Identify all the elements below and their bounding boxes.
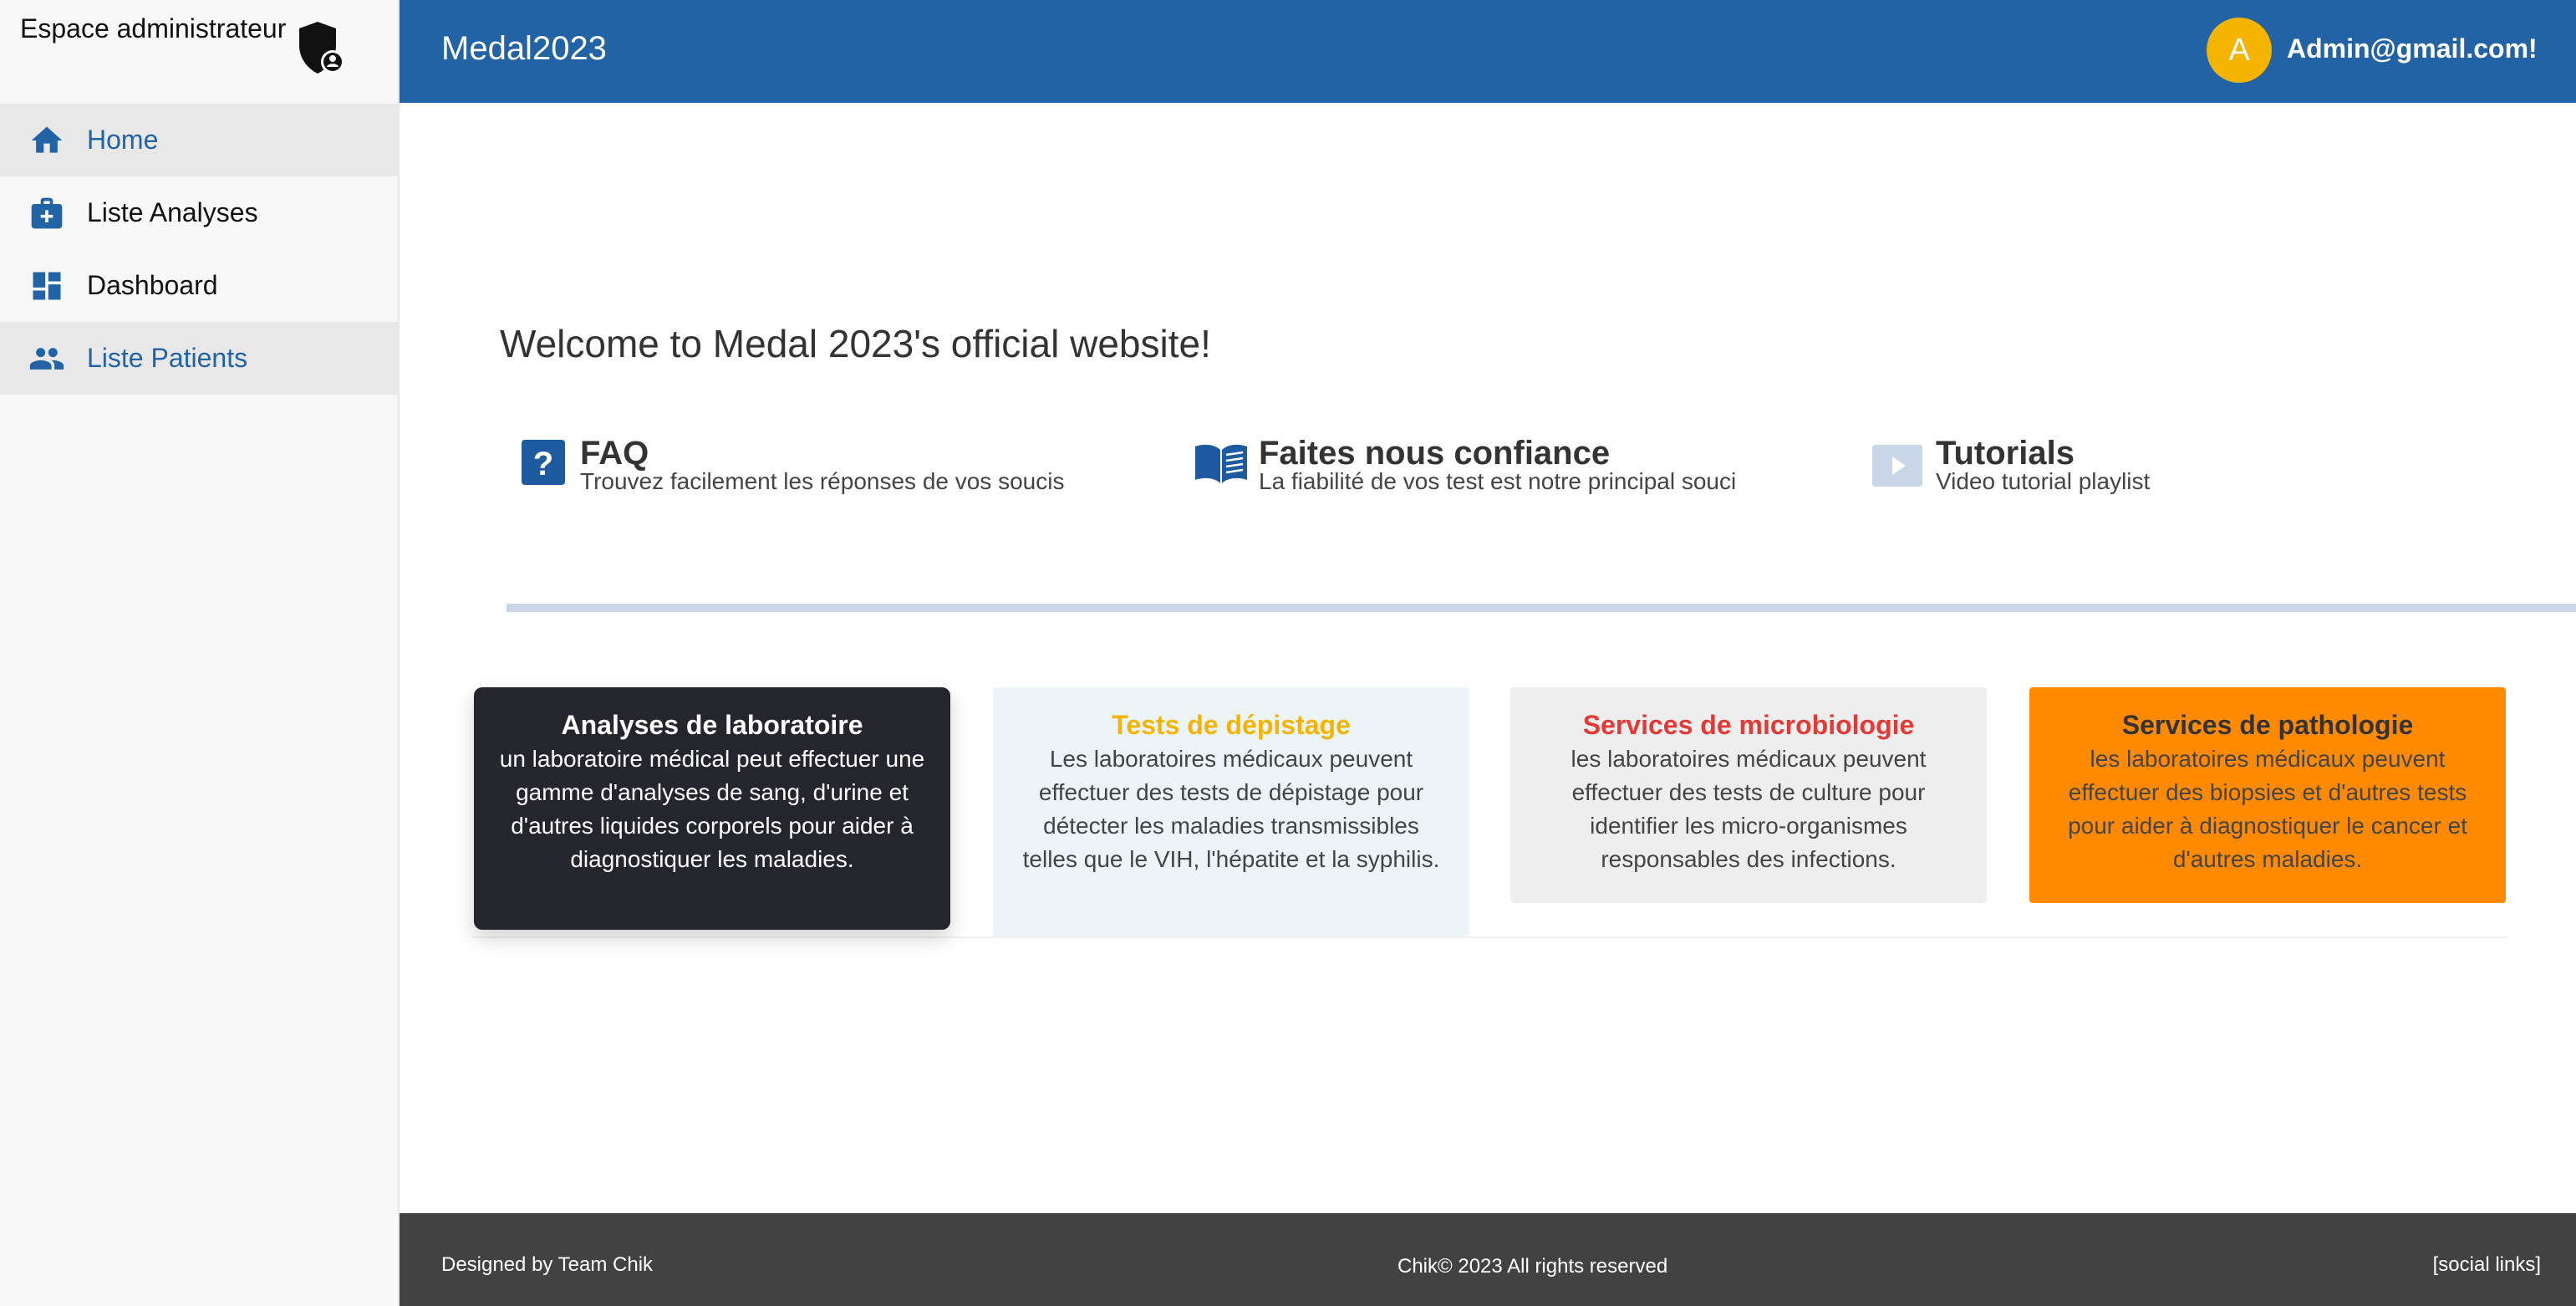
sidebar: Espace administrateur Home Liste Analyse… bbox=[0, 0, 400, 1306]
card-title: Analyses de laboratoire bbox=[561, 710, 863, 740]
brand-title: Espace administrateur bbox=[20, 13, 287, 43]
feature-subtitle: La fiabilité de vos test est notre princ… bbox=[1259, 468, 1737, 494]
feature-title: FAQ bbox=[580, 435, 649, 472]
cards-baseline-divider bbox=[473, 936, 2507, 938]
card-text: les laboratoires médicaux peuvent effect… bbox=[2068, 746, 2467, 872]
admin-shield-icon bbox=[299, 22, 344, 74]
top-bar: Medal2023 A Admin@gmail.com! bbox=[400, 0, 2576, 103]
card-text: les laboratoires médicaux peuvent effect… bbox=[1571, 746, 1927, 872]
card-title: Services de microbiologie bbox=[1582, 710, 1915, 740]
feature-title: Faites nous confiance bbox=[1259, 435, 1611, 472]
card-text: Les laboratoires médicaux peuvent effect… bbox=[1022, 746, 1440, 872]
feature-subtitle: Trouvez facilement les réponses de vos s… bbox=[580, 468, 1065, 494]
service-card-analyses[interactable]: Analyses de laboratoire un laboratoire m… bbox=[474, 687, 950, 930]
dashboard-icon bbox=[33, 272, 61, 299]
sidebar-item-home[interactable]: Home bbox=[0, 104, 400, 176]
sidebar-item-label: Dashboard bbox=[87, 270, 218, 300]
app-title[interactable]: Medal2023 bbox=[441, 30, 607, 68]
card-title: Tests de dépistage bbox=[1112, 710, 1351, 740]
play-icon bbox=[1872, 445, 1922, 487]
svg-text:?: ? bbox=[533, 446, 553, 482]
medical-kit-icon bbox=[31, 197, 63, 228]
section-divider bbox=[507, 604, 2576, 612]
people-icon bbox=[29, 347, 64, 370]
footer-social-links[interactable]: [social links] bbox=[2433, 1253, 2541, 1277]
sidebar-item-liste-patients[interactable]: Liste Patients bbox=[0, 322, 400, 395]
feature-subtitle: Video tutorial playlist bbox=[1936, 468, 2151, 494]
avatar[interactable]: A bbox=[2207, 18, 2272, 83]
feature-title: Tutorials bbox=[1936, 435, 2075, 472]
sidebar-item-dashboard[interactable]: Dashboard bbox=[0, 249, 400, 322]
service-card-pathologie[interactable]: Services de pathologie les laboratoires … bbox=[2029, 687, 2506, 903]
home-icon bbox=[31, 126, 63, 153]
card-text: un laboratoire médical peut effectuer un… bbox=[499, 746, 925, 872]
card-title: Services de pathologie bbox=[2121, 710, 2414, 740]
question-icon: ? bbox=[522, 440, 565, 485]
footer: Designed by Team Chik Chik© 2023 All rig… bbox=[400, 1213, 2576, 1306]
sidebar-item-label: Liste Analyses bbox=[87, 197, 258, 227]
sidebar-item-liste-analyses[interactable]: Liste Analyses bbox=[0, 176, 400, 249]
sidebar-item-label: Home bbox=[87, 125, 159, 155]
sidebar-item-label: Liste Patients bbox=[87, 343, 248, 373]
user-email[interactable]: Admin@gmail.com! bbox=[2287, 33, 2538, 64]
sidebar-nav: Home Liste Analyses Dashboard Liste Pati… bbox=[0, 104, 400, 395]
footer-copyright: Chik© 2023 All rights reserved bbox=[1397, 1255, 1668, 1278]
service-card-depistage[interactable]: Tests de dépistage Les laboratoires médi… bbox=[993, 687, 1469, 936]
welcome-heading: Welcome to Medal 2023's official website… bbox=[500, 322, 1211, 365]
brand: Espace administrateur bbox=[20, 12, 388, 95]
footer-credits: Designed by Team Chik bbox=[441, 1253, 654, 1276]
book-icon bbox=[1195, 444, 1247, 483]
service-card-microbiologie[interactable]: Services de microbiologie les laboratoir… bbox=[1510, 687, 1987, 903]
